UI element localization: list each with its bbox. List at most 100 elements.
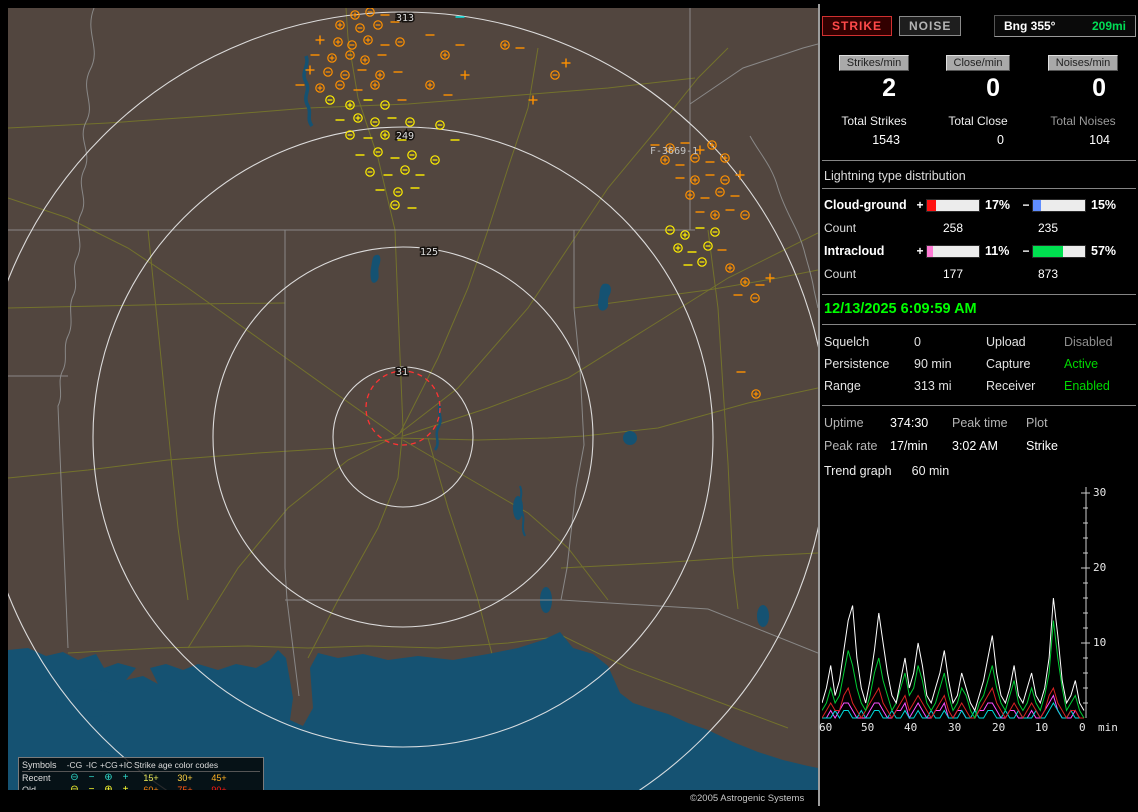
noises-per-min-button[interactable]: Noises/min [1047,55,1119,71]
uptime-label: Uptime [824,416,864,430]
squelch-label: Squelch [824,335,870,349]
minus-sign: − [1022,244,1030,258]
ic-neg-bar [1032,244,1086,258]
peak-rate-label: Peak rate [824,439,878,453]
x-tick-60: 60 [819,721,833,734]
rate-panel: Strikes/min 2 Total Strikes 1543 Close/m… [822,55,1136,147]
cg-pos-bar [926,198,980,212]
receiver-label: Receiver [986,379,1036,393]
ic-pos-pct: 11% [985,244,1010,258]
divider [822,188,1136,189]
map-canvas: 31324912531 F-3669-1 [8,8,818,790]
plus-icon: + [122,784,129,790]
squelch-value: 0 [914,335,921,349]
plus-icon: + [122,772,129,783]
total-noises-value: 104 [1089,133,1110,147]
range-value: 313 mi [914,379,952,393]
legend-col-pos-ic: +IC [118,760,133,770]
age-15: 15+ [143,773,159,783]
strike-legend: Symbols -CG -IC +CG +IC Strike age color… [18,757,264,790]
y-tick-10: 10 [1093,636,1107,649]
ic-pos-fill [927,245,933,257]
capture-label: Capture [986,357,1031,371]
bearing-readout: Bng 355° 209mi [994,15,1136,37]
ic-count-label: Count [824,267,857,281]
age-90: 90+ [211,785,227,790]
svg-text:31: 31 [396,367,408,378]
cg-neg-pct: 15% [1091,198,1117,212]
legend-row-recent-label: Recent [22,773,51,783]
bearing-value: Bng 355° [1004,19,1056,33]
circle-plus-icon: ⊕ [104,784,113,790]
panel-separator [818,4,820,806]
total-noises-label: Total Noises [1050,114,1116,128]
legend-symbols-header: Symbols [22,760,57,770]
age-45: 45+ [211,773,227,783]
uptime-value: 374:30 [890,416,929,430]
x-tick-10: 10 [1035,721,1049,734]
copyright: ©2005 Astrogenic Systems [690,793,805,804]
age-75: 75+ [177,785,193,790]
close-column: Close/min 0 Total Close 0 [926,55,1030,147]
plot-label: Plot [1026,416,1048,430]
nexstorm-window: 313 249 125 31 F-3669-1 Symbols -CG -IC +CG… [0,0,1138,812]
settings-panel: Squelch 0 Upload Disabled Persistence 90… [822,325,1136,405]
legend-col-pos-cg: +CG [100,760,118,770]
x-tick-30: 30 [948,721,962,734]
circle-minus-icon: ⊖ [70,772,79,783]
minus-icon: − [88,772,95,783]
minus-sign: − [1022,198,1030,212]
circle-plus-icon: ⊕ [104,772,113,783]
capture-status: Active [1064,357,1099,371]
cg-count-label: Count [824,221,857,235]
cg-neg-bar [1032,198,1086,212]
ic-pos-bar [926,244,980,258]
legend-age-header: Strike age color codes [134,760,219,770]
circle-minus-icon: ⊖ [70,784,79,790]
noises-column: Noises/min 0 Total Noises 104 [1030,55,1136,147]
trend-series-lines [821,597,1085,720]
cg-pos-fill [927,199,936,211]
intracloud-label: Intracloud [824,244,885,258]
svg-text:125: 125 [420,247,438,258]
receiver-status: Enabled [1064,379,1110,393]
persistence-label: Persistence [824,357,890,371]
x-tick-40: 40 [904,721,918,734]
x-tick-20: 20 [992,721,1006,734]
distribution-panel: Cloud-ground + 17% − 15% Count 258 235 I… [822,198,1136,281]
bearing-range: 209mi [1091,19,1126,33]
peak-rate-value: 17/min [890,439,928,453]
strike-mode-button[interactable]: STRIKE [822,16,893,36]
trend-plot [821,487,1090,720]
trend-window-value: 60 min [911,464,950,478]
trend-graph: 30 20 10 60 50 40 30 20 10 0 min [819,485,1134,741]
plus-sign: + [916,244,924,258]
x-tick-0: 0 [1079,721,1086,734]
noise-mode-button[interactable]: NOISE [899,16,962,36]
ic-neg-pct: 57% [1091,244,1117,258]
minus-icon: − [88,784,95,790]
upload-label: Upload [986,335,1026,349]
strikes-per-min-button[interactable]: Strikes/min [838,55,910,71]
lightning-map[interactable]: 313 249 125 31 F-3669-1 Symbols -CG -IC +CG… [8,8,818,790]
y-tick-20: 20 [1093,561,1107,574]
age-30: 30+ [177,773,193,783]
age-60: 60+ [143,785,159,790]
ic-pos-count: 177 [942,267,964,281]
persistence-value: 90 min [914,357,952,371]
close-per-min-button[interactable]: Close/min [945,55,1011,71]
mode-toolbar: STRIKE NOISE Bng 355° 209mi [822,8,1136,41]
total-close-label: Total Close [948,114,1008,128]
plus-sign: + [916,198,924,212]
x-tick-50: 50 [861,721,875,734]
total-strikes-label: Total Strikes [841,114,907,128]
ic-neg-fill [1033,245,1063,257]
strikes-column: Strikes/min 2 Total Strikes 1543 [822,55,926,147]
close-per-min-value: 0 [986,74,1000,102]
divider [822,160,1136,161]
current-datetime: 12/13/2025 6:09:59 AM [822,294,1136,325]
total-close-value: 0 [997,133,1004,147]
legend-row-old-label: Old [22,785,37,790]
trend-header: Trend graph 60 min [822,455,1136,482]
uptime-panel: Uptime 374:30 Peak time Plot Peak rate 1… [822,406,1136,455]
